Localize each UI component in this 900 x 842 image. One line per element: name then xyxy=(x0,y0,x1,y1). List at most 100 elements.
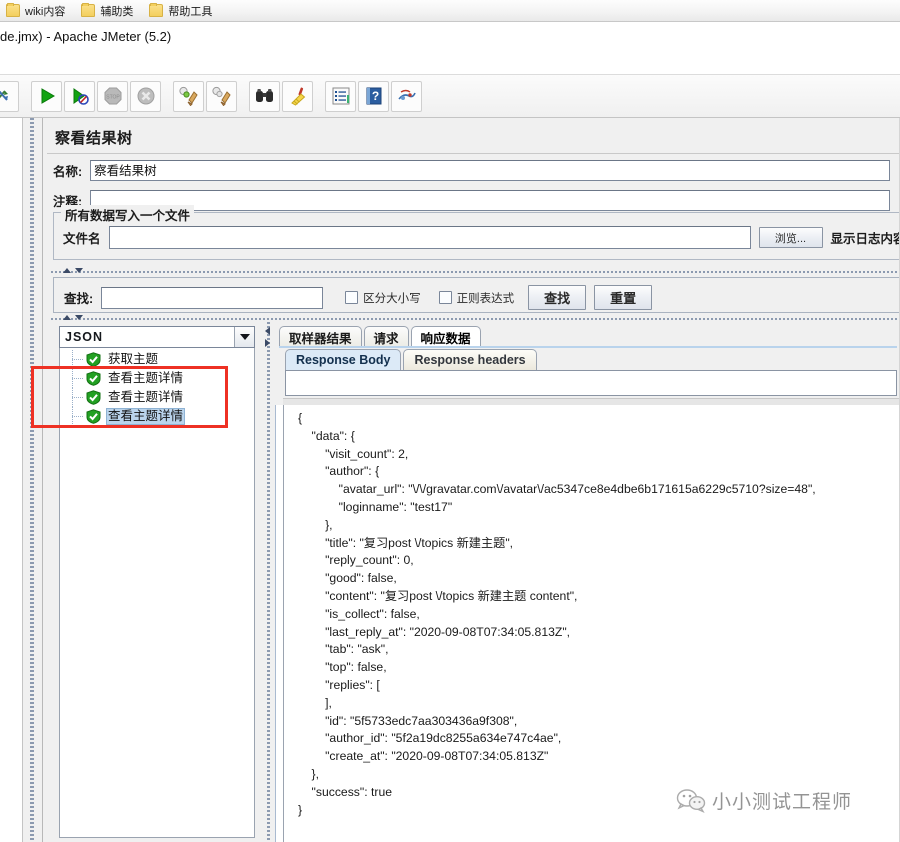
tree-connector xyxy=(72,388,86,407)
collapse-right-icon[interactable] xyxy=(265,339,270,347)
stop-button[interactable]: STOP xyxy=(97,80,128,112)
shutdown-button[interactable] xyxy=(130,80,161,112)
collapse-down-icon[interactable] xyxy=(75,268,83,273)
toolbar-separator xyxy=(163,81,173,112)
page-title: 察看结果树 xyxy=(55,130,133,147)
folder-icon xyxy=(149,3,164,17)
response-body-viewer[interactable]: { "data": { "visit_count": 2, "author": … xyxy=(283,405,899,842)
collapse-up-icon[interactable] xyxy=(63,268,71,273)
tree-item-label: 查看主题详情 xyxy=(108,371,184,385)
regex-label: 正则表达式 xyxy=(456,292,515,305)
name-label: 名称: xyxy=(53,165,83,179)
start-no-pauses-button[interactable] xyxy=(64,80,95,112)
view-results-tree-panel: 察看结果树 名称: 察看结果树 注释: 所有数据写入一个文件 文件名 浏览...… xyxy=(31,118,900,842)
toolbar: STOP ? xyxy=(0,74,900,118)
browser-bookmark-bar: wiki内容 辅助类 帮助工具 xyxy=(0,0,900,22)
name-input[interactable]: 察看结果树 xyxy=(90,160,891,181)
chevron-down-icon[interactable] xyxy=(234,327,254,347)
success-shield-icon xyxy=(86,390,101,405)
help-button[interactable]: ? xyxy=(358,80,389,112)
success-shield-icon xyxy=(86,371,101,386)
watermark-text: 小小测试工程师 xyxy=(712,791,853,813)
tab-sampler-result[interactable]: 取样器结果 xyxy=(279,326,362,348)
result-detail-pane: 取样器结果 请求 响应数据 Response Body Response hea… xyxy=(275,322,900,842)
bookmark-item-wiki[interactable]: wiki内容 xyxy=(6,3,65,19)
clear-button[interactable] xyxy=(173,80,204,112)
clear-all-button[interactable] xyxy=(206,80,237,112)
reset-search-button[interactable] xyxy=(282,80,313,112)
tree-item-2[interactable]: 查看主题详情 xyxy=(60,388,254,407)
svg-text:STOP: STOP xyxy=(106,95,120,101)
response-search-input[interactable] xyxy=(285,370,897,396)
clear-all-icon xyxy=(211,86,231,106)
renderer-combo-value: JSON xyxy=(65,330,104,344)
results-lower-area: JSON 获取主题 查看主题详情 查看主题详情 查看主题详情 取样器结果 请求 … xyxy=(31,322,900,842)
find-label: 查找: xyxy=(64,292,94,306)
folder-icon xyxy=(81,3,96,17)
shutdown-icon xyxy=(137,87,154,105)
window-title: de.jmx) - Apache JMeter (5.2) xyxy=(0,23,900,49)
search-button[interactable] xyxy=(249,80,280,112)
response-body-text: { "data": { "visit_count": 2, "author": … xyxy=(298,411,816,817)
browse-button[interactable]: 浏览... xyxy=(758,227,823,248)
arrows-icon xyxy=(0,90,8,101)
center-splitter-grip[interactable] xyxy=(267,322,270,842)
groupbox-legend: 所有数据写入一个文件 xyxy=(61,205,195,224)
tree-item-3[interactable]: 查看主题详情 xyxy=(60,407,254,426)
tree-item-label: 获取主题 xyxy=(108,352,159,366)
start-button[interactable] xyxy=(31,80,62,112)
clear-icon xyxy=(178,86,198,106)
toolbar-separator xyxy=(315,81,325,112)
play-icon xyxy=(41,88,55,104)
jmeter-window: wiki内容 辅助类 帮助工具 de.jmx) - Apache JMeter … xyxy=(0,0,900,842)
tree-connector xyxy=(72,369,86,388)
bookmark-label: 帮助工具 xyxy=(168,5,213,18)
bookmark-item-tools[interactable]: 帮助工具 xyxy=(149,3,212,19)
toolbar-separator xyxy=(21,81,31,112)
find-button[interactable]: 查找 xyxy=(528,285,587,310)
center-splitter[interactable] xyxy=(263,322,275,842)
collapse-down-icon[interactable] xyxy=(75,315,83,320)
help-book-icon: ? xyxy=(366,87,381,105)
tree-item-1[interactable]: 查看主题详情 xyxy=(60,369,254,388)
results-tree[interactable]: 获取主题 查看主题详情 查看主题详情 查看主题详情 xyxy=(59,348,255,838)
filename-input[interactable] xyxy=(108,226,751,249)
tree-item-0[interactable]: 获取主题 xyxy=(60,350,254,369)
case-sensitive-checkbox[interactable] xyxy=(345,291,359,304)
templates-button[interactable] xyxy=(391,80,422,112)
title-divider xyxy=(47,153,900,154)
renderer-combo[interactable]: JSON xyxy=(59,326,255,348)
bookmark-item-helper[interactable]: 辅助类 xyxy=(81,3,133,19)
bookmark-label: wiki内容 xyxy=(25,5,66,18)
collapse-left-icon[interactable] xyxy=(265,327,270,335)
splitter-upper[interactable] xyxy=(51,267,900,276)
binoculars-icon xyxy=(255,89,273,102)
subtab-response-headers[interactable]: Response headers xyxy=(403,349,537,370)
toggle-tree-button[interactable] xyxy=(0,80,19,112)
collapse-up-icon[interactable] xyxy=(63,315,71,320)
success-shield-icon xyxy=(86,409,101,424)
bookmark-label: 辅助类 xyxy=(100,5,134,18)
subtab-response-body[interactable]: Response Body xyxy=(285,349,402,370)
wechat-icon xyxy=(676,788,706,813)
success-shield-icon xyxy=(86,352,101,367)
find-input[interactable] xyxy=(101,286,324,309)
reset-button[interactable]: 重置 xyxy=(594,285,653,310)
regex-checkbox[interactable] xyxy=(438,291,452,304)
filename-row: 文件名 浏览... 显示日志内容: xyxy=(63,226,900,249)
list-icon xyxy=(332,87,349,105)
templates-icon xyxy=(397,89,416,100)
watermark: 小小测试工程师 xyxy=(676,787,852,814)
filename-label: 文件名 xyxy=(63,232,101,246)
tab-response-data[interactable]: 响应数据 xyxy=(410,326,481,348)
tree-connector xyxy=(72,407,86,426)
function-helper-button[interactable] xyxy=(325,80,356,112)
left-splitter-grip[interactable] xyxy=(30,118,34,842)
comment-input[interactable] xyxy=(90,190,891,211)
tab-request[interactable]: 请求 xyxy=(363,326,409,348)
folder-icon xyxy=(6,3,20,17)
broom-icon xyxy=(290,87,305,106)
case-sensitive-label: 区分大小写 xyxy=(363,292,421,305)
response-subtabstrip: Response Body Response headers xyxy=(285,348,539,370)
main-tabstrip: 取样器结果 请求 响应数据 xyxy=(279,324,483,348)
